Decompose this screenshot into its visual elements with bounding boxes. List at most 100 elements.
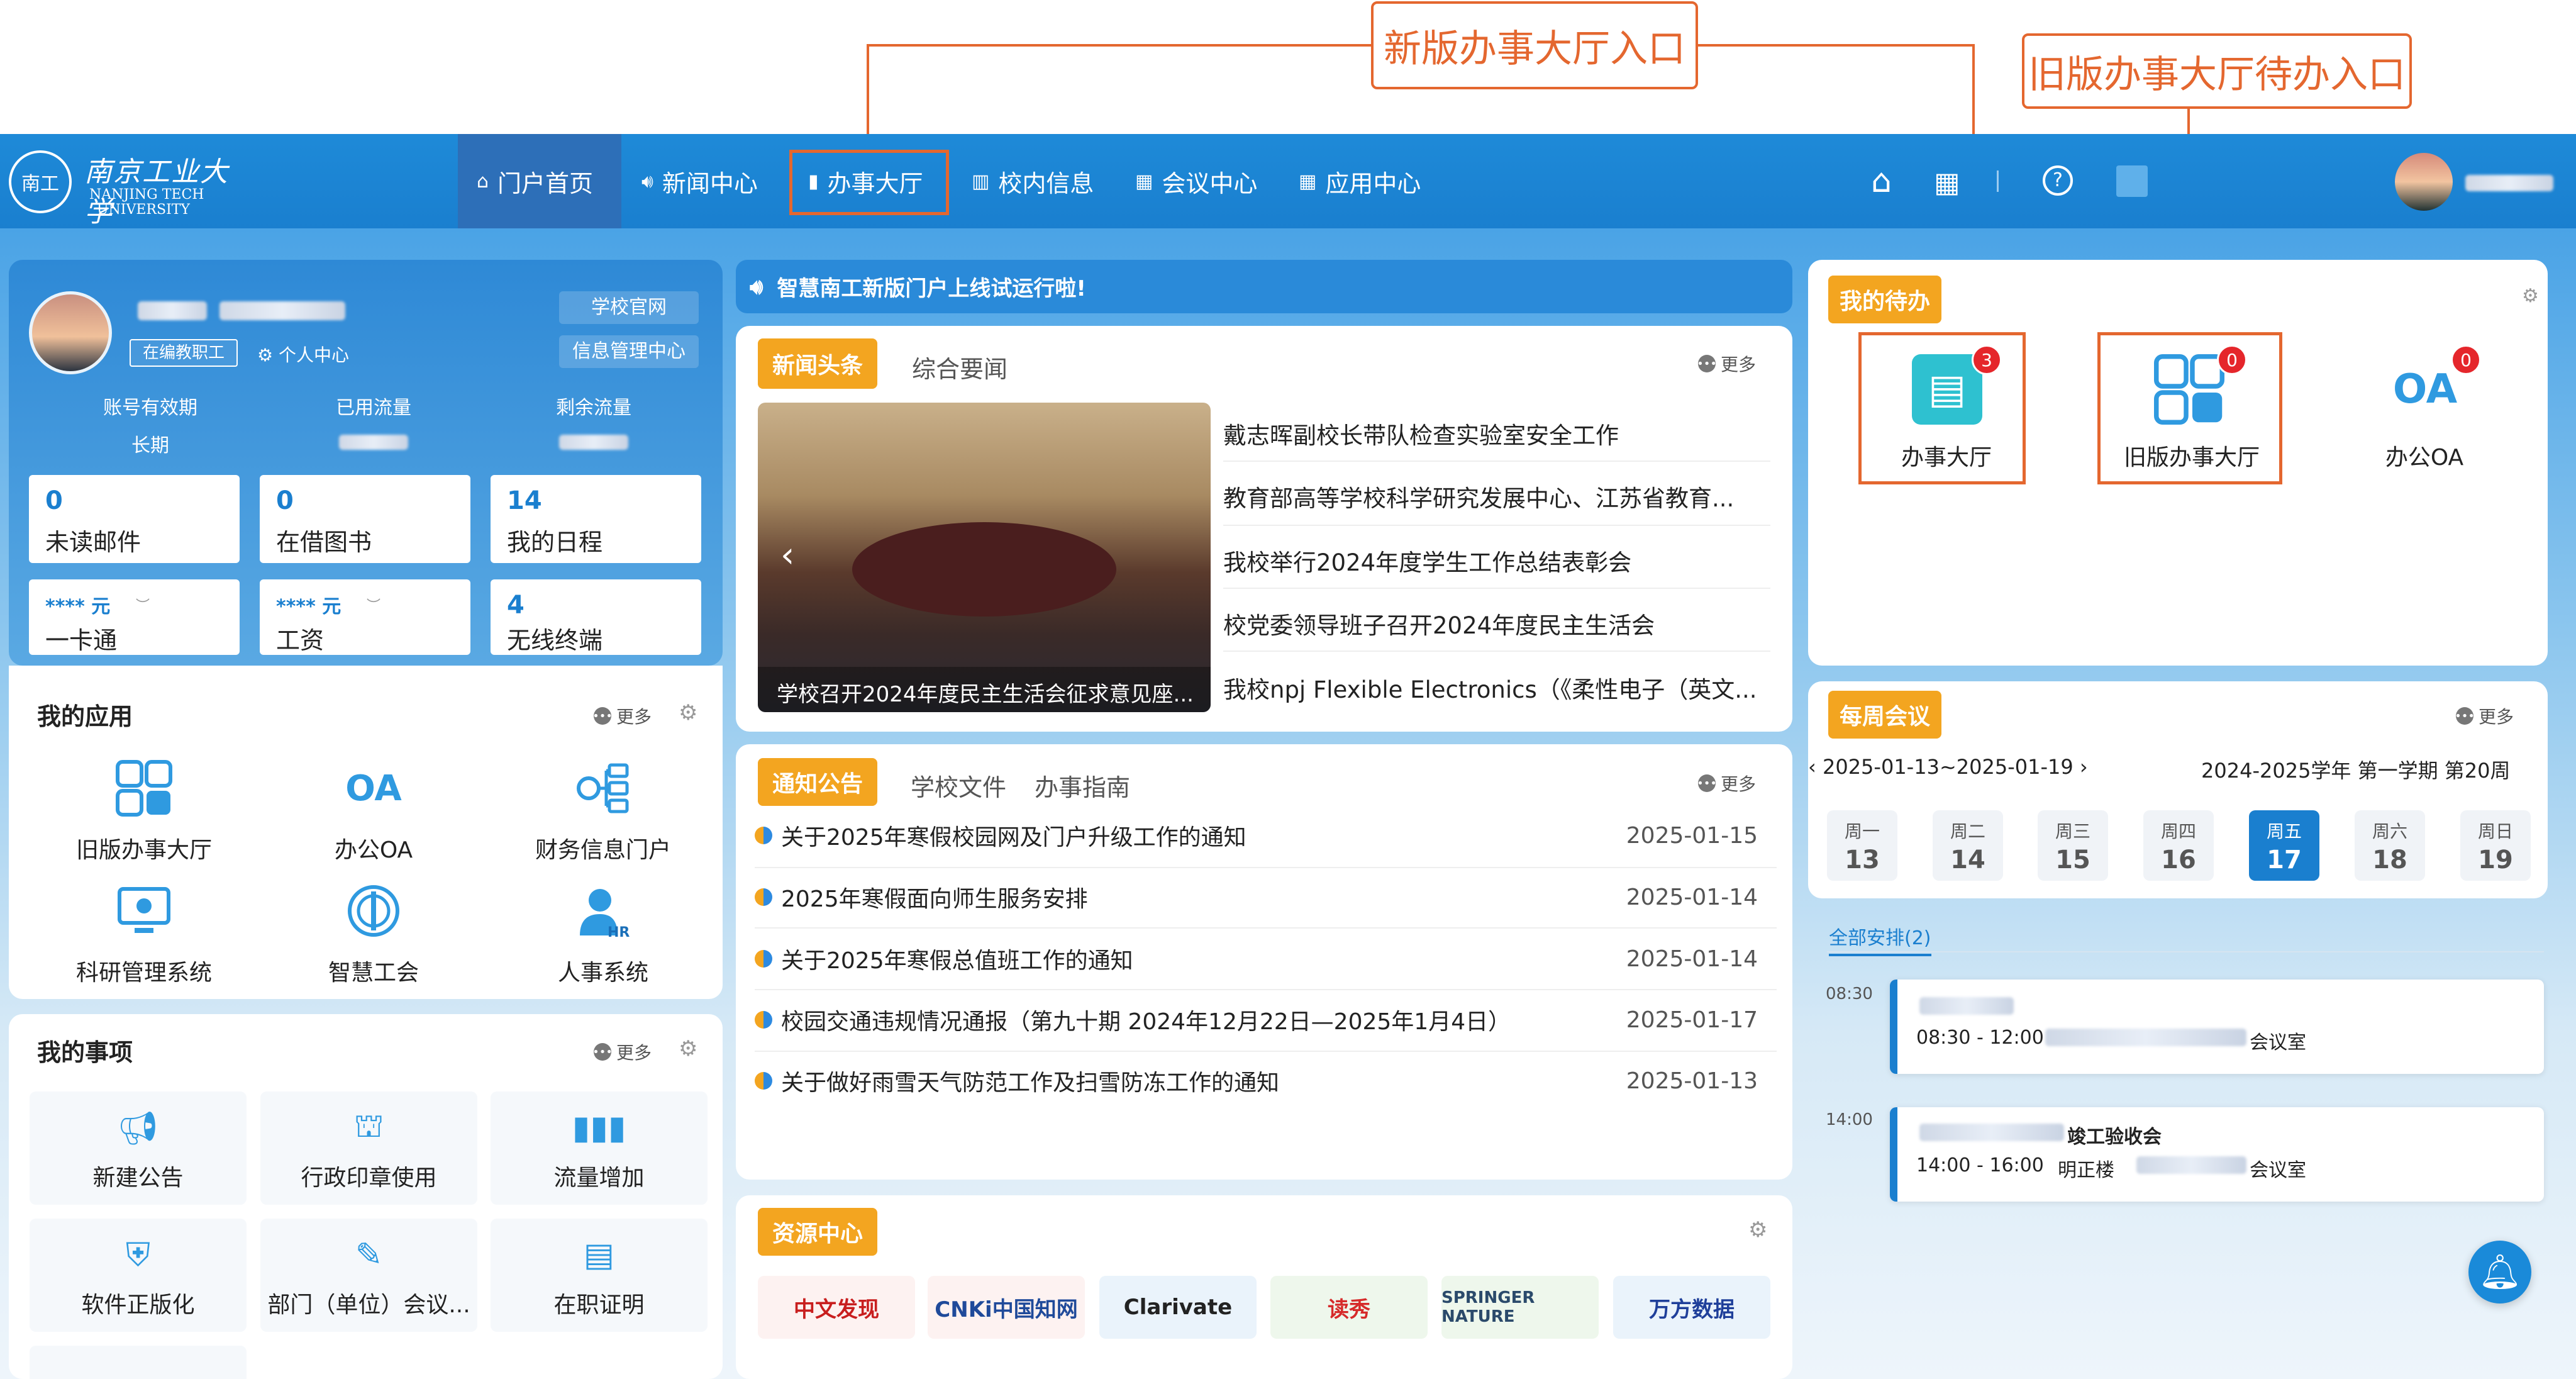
notice-item[interactable]: 关于2025年寒假总值班工作的通知 2025-01-14 xyxy=(755,929,1777,989)
notice-item[interactable]: 2025年寒假面向师生服务安排 2025-01-14 xyxy=(755,867,1777,927)
matter-employment-certificate[interactable]: ▤ 在职证明 xyxy=(491,1219,708,1332)
news-photo[interactable]: ‹ 学校召开2024年度民主生活会征求意见座... xyxy=(758,403,1211,712)
oa-icon: OA xyxy=(2392,366,2458,413)
annotation-old-entry: 旧版办事大厅待办入口 xyxy=(2022,33,2412,109)
eye-hidden-icon[interactable]: ︶ xyxy=(136,595,150,615)
app-research-management[interactable]: 科研管理系统 xyxy=(31,876,257,987)
speaker-icon: 🔊︎ xyxy=(641,170,653,193)
chevron-right-icon[interactable]: › xyxy=(2074,755,2088,779)
matter-traffic-increase[interactable]: ▮▮▮ 流量增加 xyxy=(491,1091,708,1205)
nav-service-hall[interactable]: ▮ 办事大厅 xyxy=(789,134,942,228)
week-range-selector[interactable]: ‹ 2025-01-13~2025-01-19 › xyxy=(1808,755,2088,779)
gear-icon[interactable]: ⚙ xyxy=(679,1036,697,1061)
apps-grid-icon[interactable]: ▦ xyxy=(1934,167,1960,199)
news-photo-caption: 学校召开2024年度民主生活会征求意见座... xyxy=(758,667,1211,712)
more-link[interactable]: ••• 更多 xyxy=(592,703,652,729)
matter-department-meeting[interactable]: ✎ 部门（单位）会议... xyxy=(260,1219,477,1332)
gear-icon[interactable]: ⚙ xyxy=(1748,1217,1767,1242)
bell-icon[interactable]: 🔔︎ xyxy=(2468,1241,2531,1304)
home-icon[interactable]: ⌂ xyxy=(1871,162,1892,200)
notice-item[interactable]: 关于2025年寒假校园网及门户升级工作的通知 2025-01-15 xyxy=(755,805,1777,866)
nav-meeting-center[interactable]: ▦ 会议中心 xyxy=(1116,134,1276,228)
university-logo[interactable]: 南工 南京工业大学 NANJING TECH UNIVERSITY xyxy=(9,148,229,228)
todo-office-oa[interactable]: OA 0 办公OA xyxy=(2343,335,2506,480)
stat-unread-mail[interactable]: 0 未读邮件 xyxy=(29,475,240,563)
resource-clarivate[interactable]: Clarivate xyxy=(1099,1276,1257,1339)
day-name: 周日 xyxy=(2477,821,2513,842)
news-item[interactable]: 校党委领导班子召开2024年度民主生活会 xyxy=(1223,606,1764,640)
more-link[interactable]: ••• 更多 xyxy=(1697,771,1757,796)
more-label: 更多 xyxy=(1721,774,1757,795)
todo-service-hall[interactable]: ▤ 3 办事大厅 xyxy=(1865,335,2028,480)
resource-chinese-discovery[interactable]: 中文发现 xyxy=(758,1276,915,1339)
app-office-oa[interactable]: OA 办公OA xyxy=(260,754,487,864)
meeting-event[interactable]: 08:30 - 12:00 会议室 xyxy=(1890,980,2544,1074)
stat-label-remaining-traffic: 剩余流量 xyxy=(556,397,631,419)
more-link[interactable]: ••• 更多 xyxy=(2455,703,2514,729)
app-smart-union[interactable]: 智慧工会 xyxy=(260,876,487,987)
news-item[interactable]: 教育部高等学校科学研究发展中心、江苏省教育... xyxy=(1223,479,1764,513)
news-item[interactable]: 我校举行2024年度学生工作总结表彰会 xyxy=(1223,544,1764,578)
status-badge: 在编教职工 xyxy=(130,339,238,367)
day-sunday[interactable]: 周日 19 xyxy=(2460,810,2531,881)
resource-springer-nature[interactable]: SPRINGER NATURE xyxy=(1441,1276,1599,1339)
nav-campus-info[interactable]: ▥ 校内信息 xyxy=(953,134,1113,228)
more-label: 更多 xyxy=(1721,354,1757,375)
stat-my-schedule[interactable]: 14 我的日程 xyxy=(491,475,701,563)
app-hr-system[interactable]: HR 人事系统 xyxy=(490,876,716,987)
nav-home[interactable]: ⌂ 门户首页 xyxy=(458,134,621,228)
help-icon[interactable]: ? xyxy=(2043,165,2073,196)
day-tuesday[interactable]: 周二 14 xyxy=(1933,810,2003,881)
day-monday[interactable]: 周一 13 xyxy=(1827,810,1897,881)
school-site-button[interactable]: 学校官网 xyxy=(559,291,699,324)
tab-headlines[interactable]: 新闻头条 xyxy=(758,338,877,389)
matter-new-notice[interactable]: 📢︎ 新建公告 xyxy=(30,1091,247,1205)
notice-item[interactable]: 关于做好雨雪天气防范工作及扫雪防冻工作的通知 2025-01-13 xyxy=(755,1051,1777,1111)
profile-avatar[interactable] xyxy=(29,291,112,374)
gear-icon[interactable]: ⚙ xyxy=(679,700,697,725)
stat-value: 14 xyxy=(507,486,542,515)
app-old-service-hall[interactable]: 旧版办事大厅 xyxy=(31,754,257,864)
tab-service-guide[interactable]: 办事指南 xyxy=(1035,768,1130,803)
tab-general-news[interactable]: 综合要闻 xyxy=(912,350,1008,384)
carousel-prev-arrow[interactable]: ‹ xyxy=(780,535,794,576)
stat-borrowed-books[interactable]: 0 在借图书 xyxy=(260,475,470,563)
announcement-banner[interactable]: 🔊︎ 智慧南工新版门户上线试运行啦! xyxy=(736,260,1792,313)
matter-seal-use[interactable]: ⛫ 行政印章使用 xyxy=(260,1091,477,1205)
todo-label: 旧版办事大厅 xyxy=(2123,445,2260,471)
day-date: 14 xyxy=(1950,846,1985,874)
app-finance-portal[interactable]: 财务信息门户 xyxy=(490,754,716,864)
notification-placeholder[interactable] xyxy=(2116,165,2148,197)
eye-hidden-icon[interactable]: ︶ xyxy=(367,595,380,615)
stat-wireless-terminals[interactable]: 4 无线终端 xyxy=(491,579,701,655)
day-thursday[interactable]: 周四 16 xyxy=(2143,810,2214,881)
matter-software-licensing[interactable]: ⛨ 软件正版化 xyxy=(30,1219,247,1332)
more-link[interactable]: ••• 更多 xyxy=(592,1039,652,1064)
gear-icon[interactable]: ⚙ xyxy=(2522,285,2539,307)
tab-notices[interactable]: 通知公告 xyxy=(758,758,877,806)
stat-campus-card[interactable]: **** 元 ︶ 一卡通 xyxy=(29,579,240,655)
news-item[interactable]: 戴志晖副校长带队检查实验室安全工作 xyxy=(1223,416,1764,450)
nav-news[interactable]: 🔊︎ 新闻中心 xyxy=(623,134,777,228)
resource-wanfang[interactable]: 万方数据 xyxy=(1613,1276,1770,1339)
stat-salary[interactable]: **** 元 ︶ 工资 xyxy=(260,579,470,655)
oa-icon: OA xyxy=(345,768,402,809)
avatar[interactable] xyxy=(2395,153,2453,211)
resource-duxiu[interactable]: 读秀 xyxy=(1270,1276,1428,1339)
meeting-event[interactable]: 竣工验收会 14:00 - 16:00 明正楼 会议室 xyxy=(1890,1107,2544,1202)
day-friday[interactable]: 周五 17 xyxy=(2249,810,2319,881)
day-saturday[interactable]: 周六 18 xyxy=(2355,810,2425,881)
notice-item[interactable]: 校园交通违规情况通报（第九十期 2024年12月22日—2025年1月4日） 20… xyxy=(755,990,1777,1050)
card-title: 我的事项 xyxy=(37,1039,133,1066)
resources-title: 资源中心 xyxy=(758,1208,877,1256)
day-wednesday[interactable]: 周三 15 xyxy=(2038,810,2108,881)
more-link[interactable]: ••• 更多 xyxy=(1697,351,1757,376)
nav-app-center[interactable]: ▦ 应用中心 xyxy=(1280,134,1440,228)
tab-school-documents[interactable]: 学校文件 xyxy=(911,768,1006,803)
info-center-button[interactable]: 信息管理中心 xyxy=(559,335,699,368)
todo-old-service-hall[interactable]: 0 旧版办事大厅 xyxy=(2104,335,2280,480)
news-item[interactable]: 我校npj Flexible Electronics（《柔性电子（英文... xyxy=(1223,671,1764,705)
chevron-left-icon[interactable]: ‹ xyxy=(1808,755,1823,779)
resource-cnki[interactable]: CNKi中国知网 xyxy=(928,1276,1085,1339)
personal-center-link[interactable]: ⚙ 个人中心 xyxy=(257,342,349,367)
